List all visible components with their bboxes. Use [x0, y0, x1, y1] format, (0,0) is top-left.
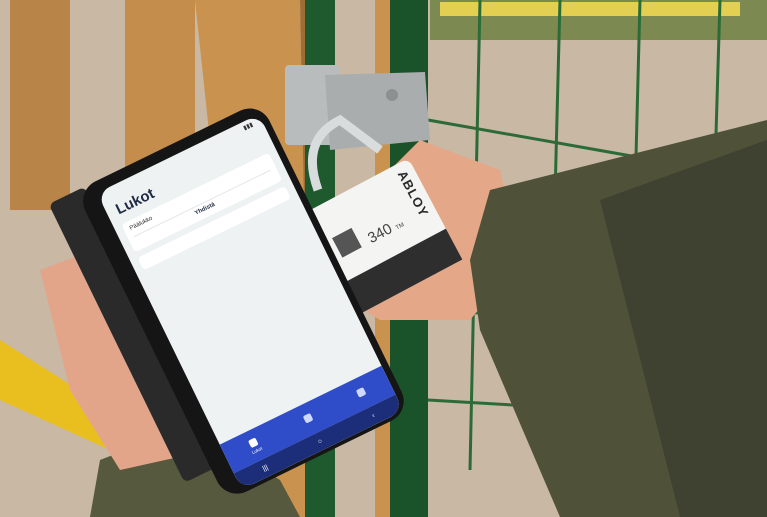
key-icon — [303, 412, 314, 424]
yellow-kerb — [440, 2, 740, 16]
nav-item-keys[interactable] — [303, 412, 315, 425]
latch-plate-right — [325, 72, 430, 150]
padlock-model-suffix: TM — [395, 222, 406, 232]
photo-scene: ▮▮▮ Lukot Päälukko Yhdistä Lukot ||| ○ ‹… — [0, 0, 767, 517]
home-button[interactable]: ○ — [317, 437, 324, 445]
menu-icon — [356, 386, 367, 398]
back-button[interactable]: ‹ — [371, 412, 376, 419]
nav-item-locks[interactable]: Lukot — [246, 436, 263, 455]
background-photo — [0, 0, 767, 517]
bolt-head — [386, 89, 398, 101]
nav-item-menu[interactable] — [356, 386, 368, 399]
recent-apps-button[interactable]: ||| — [261, 464, 269, 473]
wooden-post-back — [10, 0, 70, 210]
